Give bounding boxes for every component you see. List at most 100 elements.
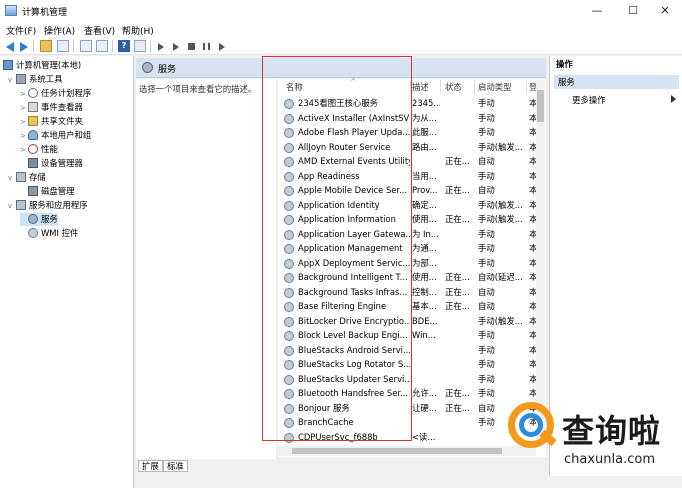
- menu-file[interactable]: 文件(F): [6, 24, 36, 37]
- export-list-icon[interactable]: [96, 40, 108, 52]
- service-row[interactable]: Bluetooth Handsfree Ser... 允许... 正在... 手动本: [278, 386, 537, 401]
- service-row[interactable]: Adobe Flash Player Upda... 此服... 手动本: [278, 125, 537, 140]
- column-status[interactable]: 状态: [445, 81, 462, 94]
- actions-section-services[interactable]: 服务: [554, 75, 679, 89]
- service-row[interactable]: BlueStacks Android Servi... 手动本: [278, 343, 537, 358]
- tree-item-device-manager[interactable]: 设备管理器: [20, 157, 83, 170]
- menu-view[interactable]: 查看(V): [84, 24, 115, 37]
- back-arrow-icon[interactable]: [6, 42, 14, 52]
- stop-service-icon[interactable]: [188, 43, 195, 50]
- menu-action[interactable]: 操作(A): [44, 24, 75, 37]
- tree-item-task-scheduler[interactable]: > 任务计划程序: [20, 87, 91, 100]
- service-row[interactable]: AMD External Events Utility 正在... 自动本: [278, 154, 537, 169]
- menu-help[interactable]: 帮助(H): [122, 24, 154, 37]
- service-gear-icon: [284, 215, 294, 225]
- show-hide-tree-icon[interactable]: [57, 40, 69, 52]
- expand-arrow-icon[interactable]: >: [20, 88, 28, 101]
- disk-icon: [28, 186, 38, 196]
- restart-service-icon[interactable]: [219, 43, 225, 51]
- performance-icon: [28, 144, 38, 154]
- tree-item-shared-folders[interactable]: > 共享文件夹: [20, 115, 83, 128]
- collapse-arrow-icon[interactable]: v: [8, 200, 16, 213]
- service-startup: 手动: [478, 112, 495, 123]
- service-name: CDPUserSvc_f688b: [298, 431, 378, 442]
- service-row[interactable]: BranchCache 手动本: [278, 415, 537, 430]
- minimize-button[interactable]: —: [580, 0, 614, 22]
- service-row[interactable]: Block Level Backup Engi... Win... 手动本: [278, 328, 537, 343]
- column-name[interactable]: 名称 ^: [286, 77, 357, 94]
- service-row[interactable]: CDPUserSvc_f688b <读...: [278, 430, 536, 445]
- service-gear-icon: [284, 345, 294, 356]
- toolbar-separator: [33, 40, 34, 52]
- up-folder-icon[interactable]: [40, 40, 52, 52]
- service-desc: 2345...: [412, 98, 440, 108]
- tree-item-event-viewer[interactable]: > 事件查看器: [20, 101, 83, 114]
- service-row[interactable]: Background Intelligent T... 使用... 正在... 自动(…: [278, 270, 537, 285]
- vertical-scrollbar[interactable]: [536, 80, 545, 445]
- column-divider[interactable]: [410, 80, 411, 94]
- service-row[interactable]: Application Information 使用... 正在... 手动(触发..…: [278, 212, 537, 227]
- tree-item-local-users[interactable]: > 本地用户和组: [20, 129, 91, 142]
- service-status: 正在...: [445, 286, 470, 297]
- service-row[interactable]: BlueStacks Updater Servi... 手动本: [278, 372, 537, 387]
- collapse-arrow-icon[interactable]: v: [8, 74, 16, 87]
- service-gear-icon: [284, 432, 294, 443]
- horizontal-scroll-thumb[interactable]: [292, 448, 502, 454]
- service-row[interactable]: Application Identity 确定... 手动(触发... 本: [278, 198, 537, 213]
- collapse-arrow-icon[interactable]: v: [8, 172, 16, 185]
- service-startup: 自动(延迟...: [478, 272, 523, 282]
- service-row[interactable]: Apple Mobile Device Ser... Prov... 正在... 自动…: [278, 183, 537, 198]
- service-startup: 手动: [478, 373, 495, 384]
- service-row[interactable]: AllJoyn Router Service 路由... 手动(触发... 本: [278, 140, 537, 155]
- tree-item-performance[interactable]: > 性能: [20, 143, 58, 156]
- tab-extended[interactable]: 扩展: [138, 460, 163, 472]
- tree-item-label: 性能: [41, 144, 58, 154]
- service-startup: 手动: [478, 127, 495, 137]
- maximize-button[interactable]: ☐: [616, 0, 650, 22]
- column-divider[interactable]: [440, 80, 441, 94]
- horizontal-scrollbar[interactable]: [278, 446, 536, 456]
- expand-arrow-icon[interactable]: >: [20, 144, 28, 157]
- tree-item-services-apps[interactable]: v 服务和应用程序: [8, 199, 88, 212]
- expand-arrow-icon[interactable]: >: [20, 116, 28, 129]
- pause-service-icon[interactable]: [203, 43, 210, 50]
- vertical-scroll-thumb[interactable]: [537, 90, 544, 122]
- service-row[interactable]: Application Management 为通... 手动本: [278, 241, 537, 256]
- service-row[interactable]: ActiveX Installer (AxInstSV) 为从... 手动本: [278, 111, 537, 126]
- tree-item-wmi[interactable]: WMI 控件: [20, 227, 78, 240]
- column-divider[interactable]: [474, 80, 475, 94]
- tree-item-disk-management[interactable]: 磁盘管理: [20, 185, 75, 198]
- help-icon[interactable]: ?: [118, 40, 130, 52]
- column-description[interactable]: 描述: [412, 81, 429, 94]
- service-row[interactable]: Base Filtering Engine 基本... 正在... 自动本: [278, 299, 537, 314]
- close-button[interactable]: ✕: [648, 0, 682, 22]
- start-service-alt-icon[interactable]: [173, 43, 179, 51]
- tree-item-system-tools[interactable]: v 系统工具: [8, 73, 63, 86]
- start-service-icon[interactable]: [158, 43, 164, 51]
- expand-arrow-icon[interactable]: >: [20, 102, 28, 115]
- services-title: 服务: [158, 65, 177, 75]
- service-row[interactable]: App Readiness 当用... 手动本: [278, 169, 537, 184]
- service-row[interactable]: Background Tasks Infras... 控制... 正在... 自动本: [278, 285, 537, 300]
- tree-root[interactable]: 计算机管理(本地): [3, 59, 81, 72]
- service-row[interactable]: 2345看图王核心服务 2345... 手动本: [278, 96, 537, 111]
- submenu-arrow-icon[interactable]: [671, 95, 676, 103]
- service-name: AllJoyn Router Service: [298, 141, 391, 152]
- properties-icon[interactable]: [134, 40, 146, 52]
- expand-arrow-icon[interactable]: >: [20, 130, 28, 143]
- service-row[interactable]: AppX Deployment Servic... 为部... 手动本: [278, 256, 537, 271]
- service-startup: 手动: [478, 330, 495, 340]
- column-startup-type[interactable]: 启动类型: [478, 81, 512, 94]
- tree-item-services[interactable]: 服务: [20, 213, 58, 226]
- service-row[interactable]: Application Layer Gatewa... 为 In... 手动本: [278, 227, 537, 242]
- column-divider[interactable]: [526, 80, 527, 94]
- tab-standard[interactable]: 标准: [163, 460, 188, 472]
- refresh-icon[interactable]: [80, 40, 92, 52]
- service-row[interactable]: BlueStacks Log Rotator S... 手动本: [278, 357, 537, 372]
- service-row[interactable]: Bonjour 服务 让硬... 正在... 自动本: [278, 401, 537, 416]
- forward-arrow-icon[interactable]: [20, 42, 28, 52]
- service-row[interactable]: BitLocker Drive Encryptio... BDE... 手动(触发.…: [278, 314, 537, 329]
- service-startup: 自动: [478, 185, 495, 195]
- tree-item-storage[interactable]: v 存储: [8, 171, 46, 184]
- more-actions-link[interactable]: 更多操作: [572, 94, 606, 106]
